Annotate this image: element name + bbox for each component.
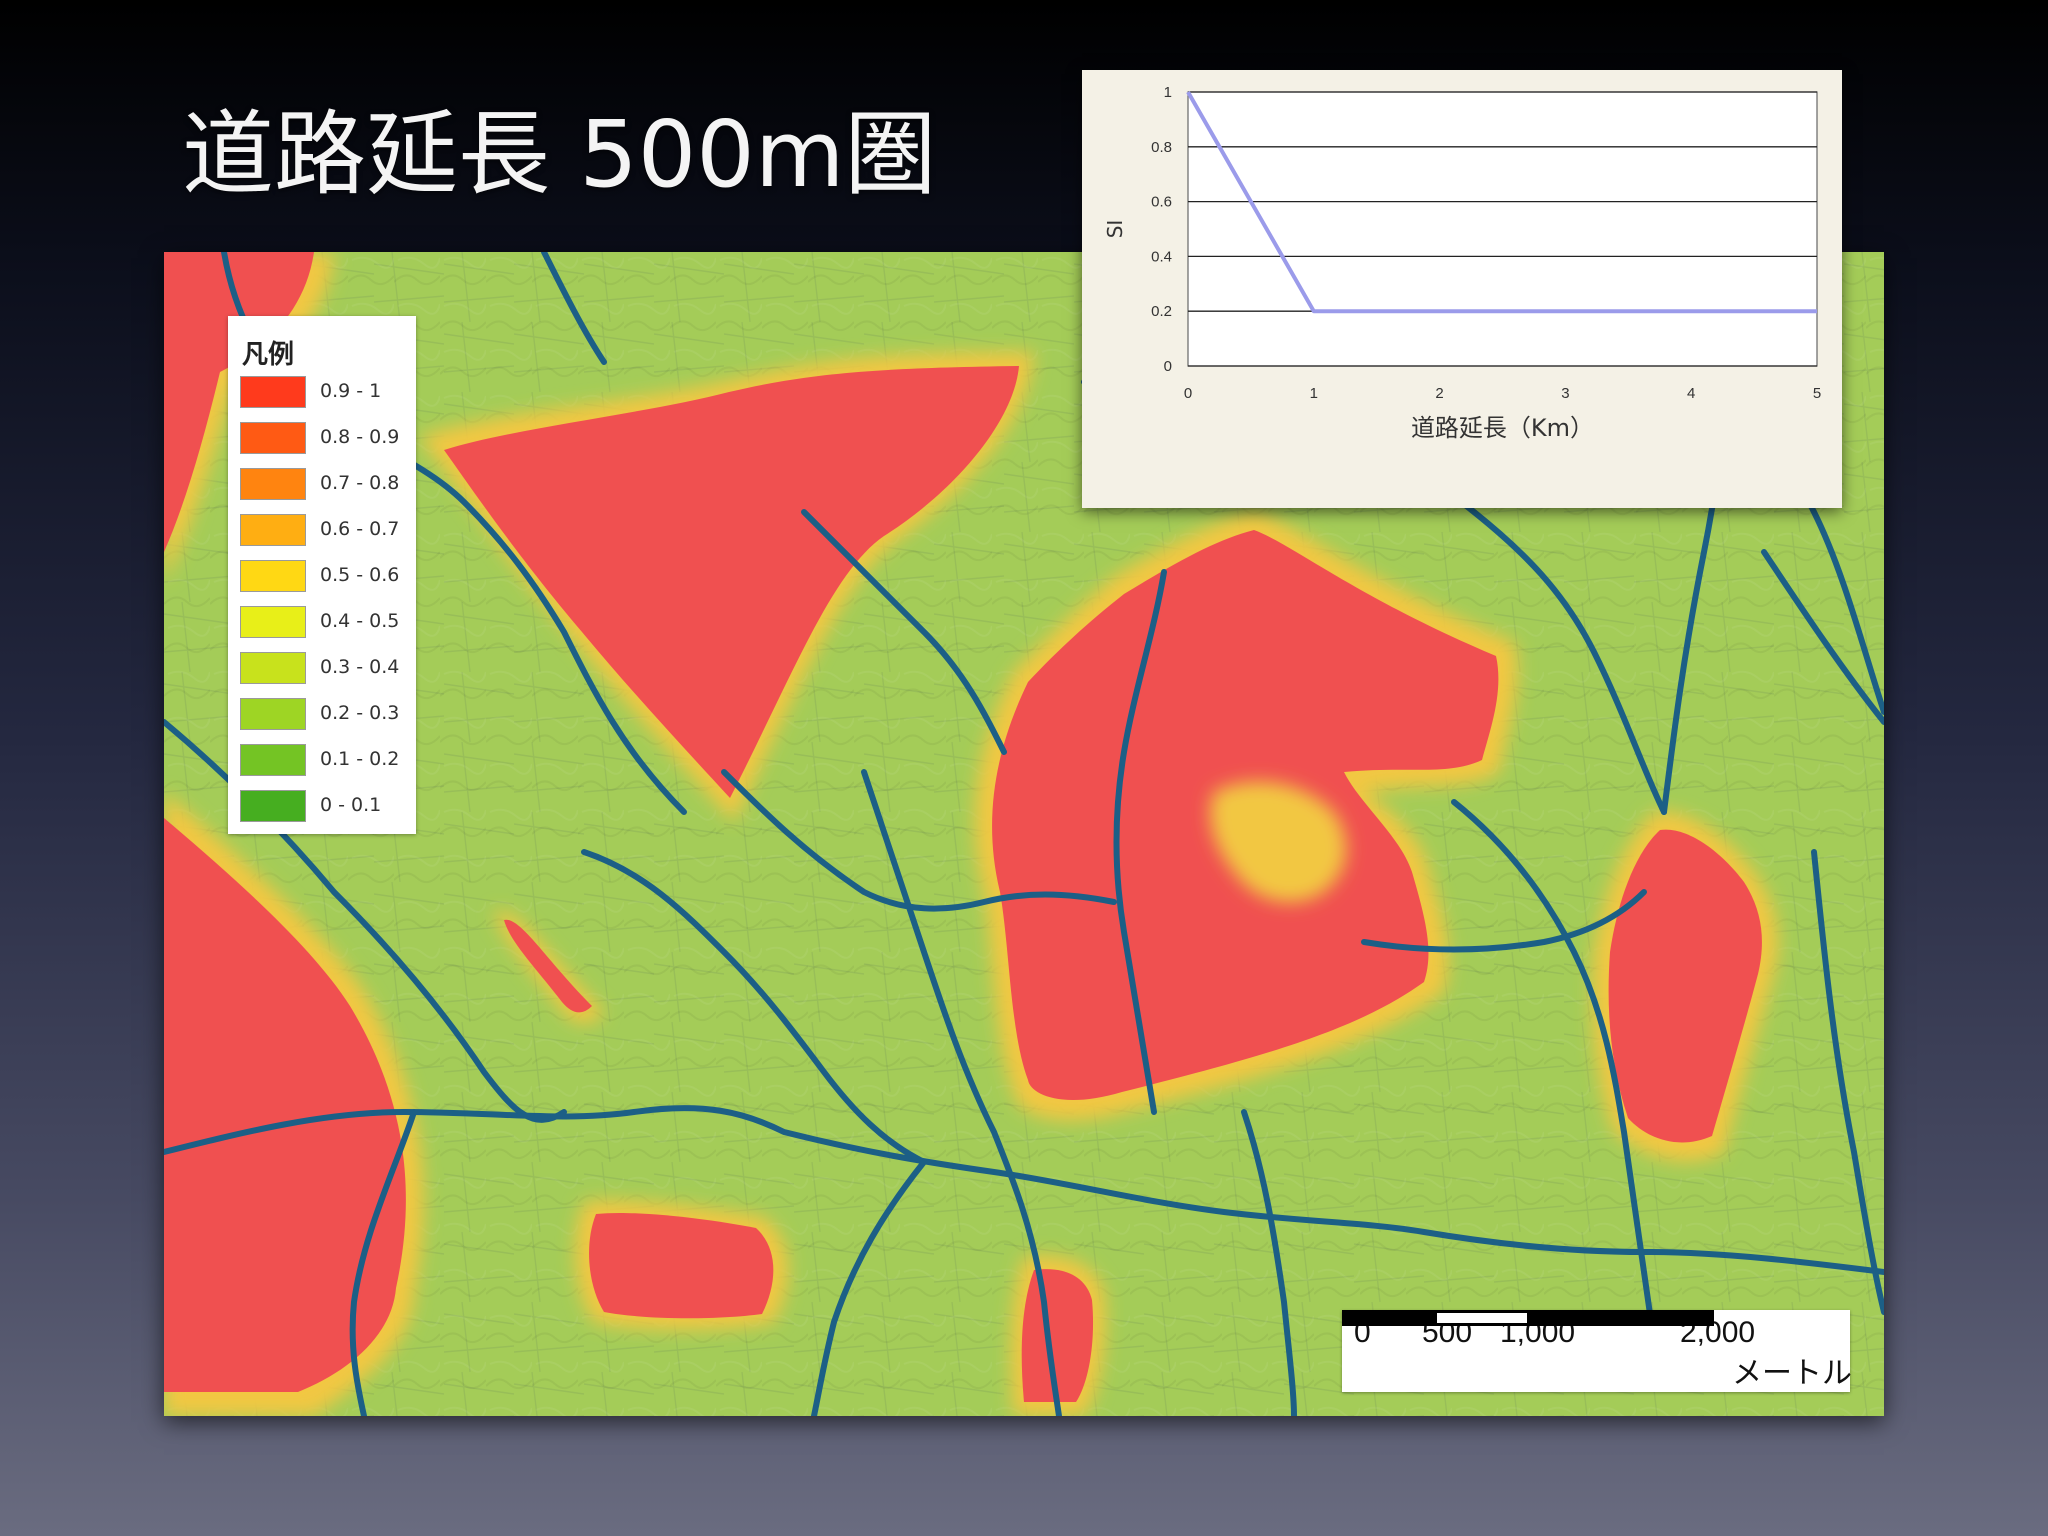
- y-tick-label: 0.2: [1151, 303, 1172, 320]
- legend-item-4: 0.5 - 0.6: [240, 560, 410, 596]
- legend-swatch: [240, 790, 306, 822]
- legend-item-7: 0.2 - 0.3: [240, 698, 410, 734]
- x-tick-label: 4: [1687, 385, 1695, 402]
- legend-title: 凡例: [242, 340, 295, 370]
- x-axis-label: 道路延長（Km）: [1411, 414, 1594, 442]
- legend-item-3: 0.6 - 0.7: [240, 514, 410, 550]
- legend-swatch: [240, 468, 306, 500]
- y-tick-label: 1: [1164, 84, 1172, 101]
- legend-label: 0 - 0.1: [320, 794, 382, 816]
- legend-swatch: [240, 698, 306, 730]
- legend-item-0: 0.9 - 1: [240, 376, 410, 412]
- legend-label: 0.1 - 0.2: [320, 748, 400, 770]
- legend-item-5: 0.4 - 0.5: [240, 606, 410, 642]
- plot-area: [1187, 91, 1818, 367]
- scale-bar-graphic: [1342, 1310, 1714, 1326]
- legend-item-6: 0.3 - 0.4: [240, 652, 410, 688]
- legend-item-2: 0.7 - 0.8: [240, 468, 410, 504]
- legend-swatch: [240, 514, 306, 546]
- legend-label: 0.4 - 0.5: [320, 610, 400, 632]
- si-chart: 0 0.2 0.4 0.6 0.8 1 0 1 2 3 4 5 道路延長（Km） SI: [1103, 84, 1821, 442]
- legend-label: 0.5 - 0.6: [320, 564, 400, 586]
- x-tick-label: 5: [1813, 385, 1821, 402]
- y-tick-label: 0: [1164, 358, 1172, 375]
- legend-label: 0.7 - 0.8: [320, 472, 400, 494]
- x-tick-label: 2: [1435, 385, 1443, 402]
- legend-label: 0.6 - 0.7: [320, 518, 400, 540]
- map-legend: 凡例 0.9 - 1 0.8 - 0.9 0.7 - 0.8 0.6 - 0.7…: [228, 316, 416, 834]
- y-tick-label: 0.4: [1151, 248, 1172, 265]
- legend-item-8: 0.1 - 0.2: [240, 744, 410, 780]
- si-chart-inset: 0 0.2 0.4 0.6 0.8 1 0 1 2 3 4 5 道路延長（Km） SI: [1082, 70, 1842, 508]
- legend-label: 0.9 - 1: [320, 380, 382, 402]
- scale-unit: メートル: [1732, 1356, 1852, 1391]
- scale-bar: 0 500 1,000 2,000 メートル: [1342, 1310, 1852, 1392]
- legend-swatch: [240, 560, 306, 592]
- legend-label: 0.8 - 0.9: [320, 426, 400, 448]
- zone-south-center: [575, 1200, 788, 1330]
- legend-swatch: [240, 652, 306, 684]
- x-tick-label: 3: [1561, 385, 1569, 402]
- legend-swatch: [240, 606, 306, 638]
- legend-swatch: [240, 422, 306, 454]
- x-tick-label: 1: [1310, 385, 1318, 402]
- y-axis-label: SI: [1103, 220, 1127, 239]
- legend-label: 0.2 - 0.3: [320, 702, 400, 724]
- legend-item-1: 0.8 - 0.9: [240, 422, 410, 458]
- y-tick-label: 0.6: [1151, 194, 1172, 211]
- legend-swatch: [240, 744, 306, 776]
- y-tick-label: 0.8: [1151, 139, 1172, 156]
- legend-label: 0.3 - 0.4: [320, 656, 400, 678]
- slide-title: 道路延長 500m圏: [182, 101, 937, 208]
- legend-swatch: [240, 376, 306, 408]
- x-tick-label: 0: [1184, 385, 1192, 402]
- legend-item-9: 0 - 0.1: [240, 790, 410, 826]
